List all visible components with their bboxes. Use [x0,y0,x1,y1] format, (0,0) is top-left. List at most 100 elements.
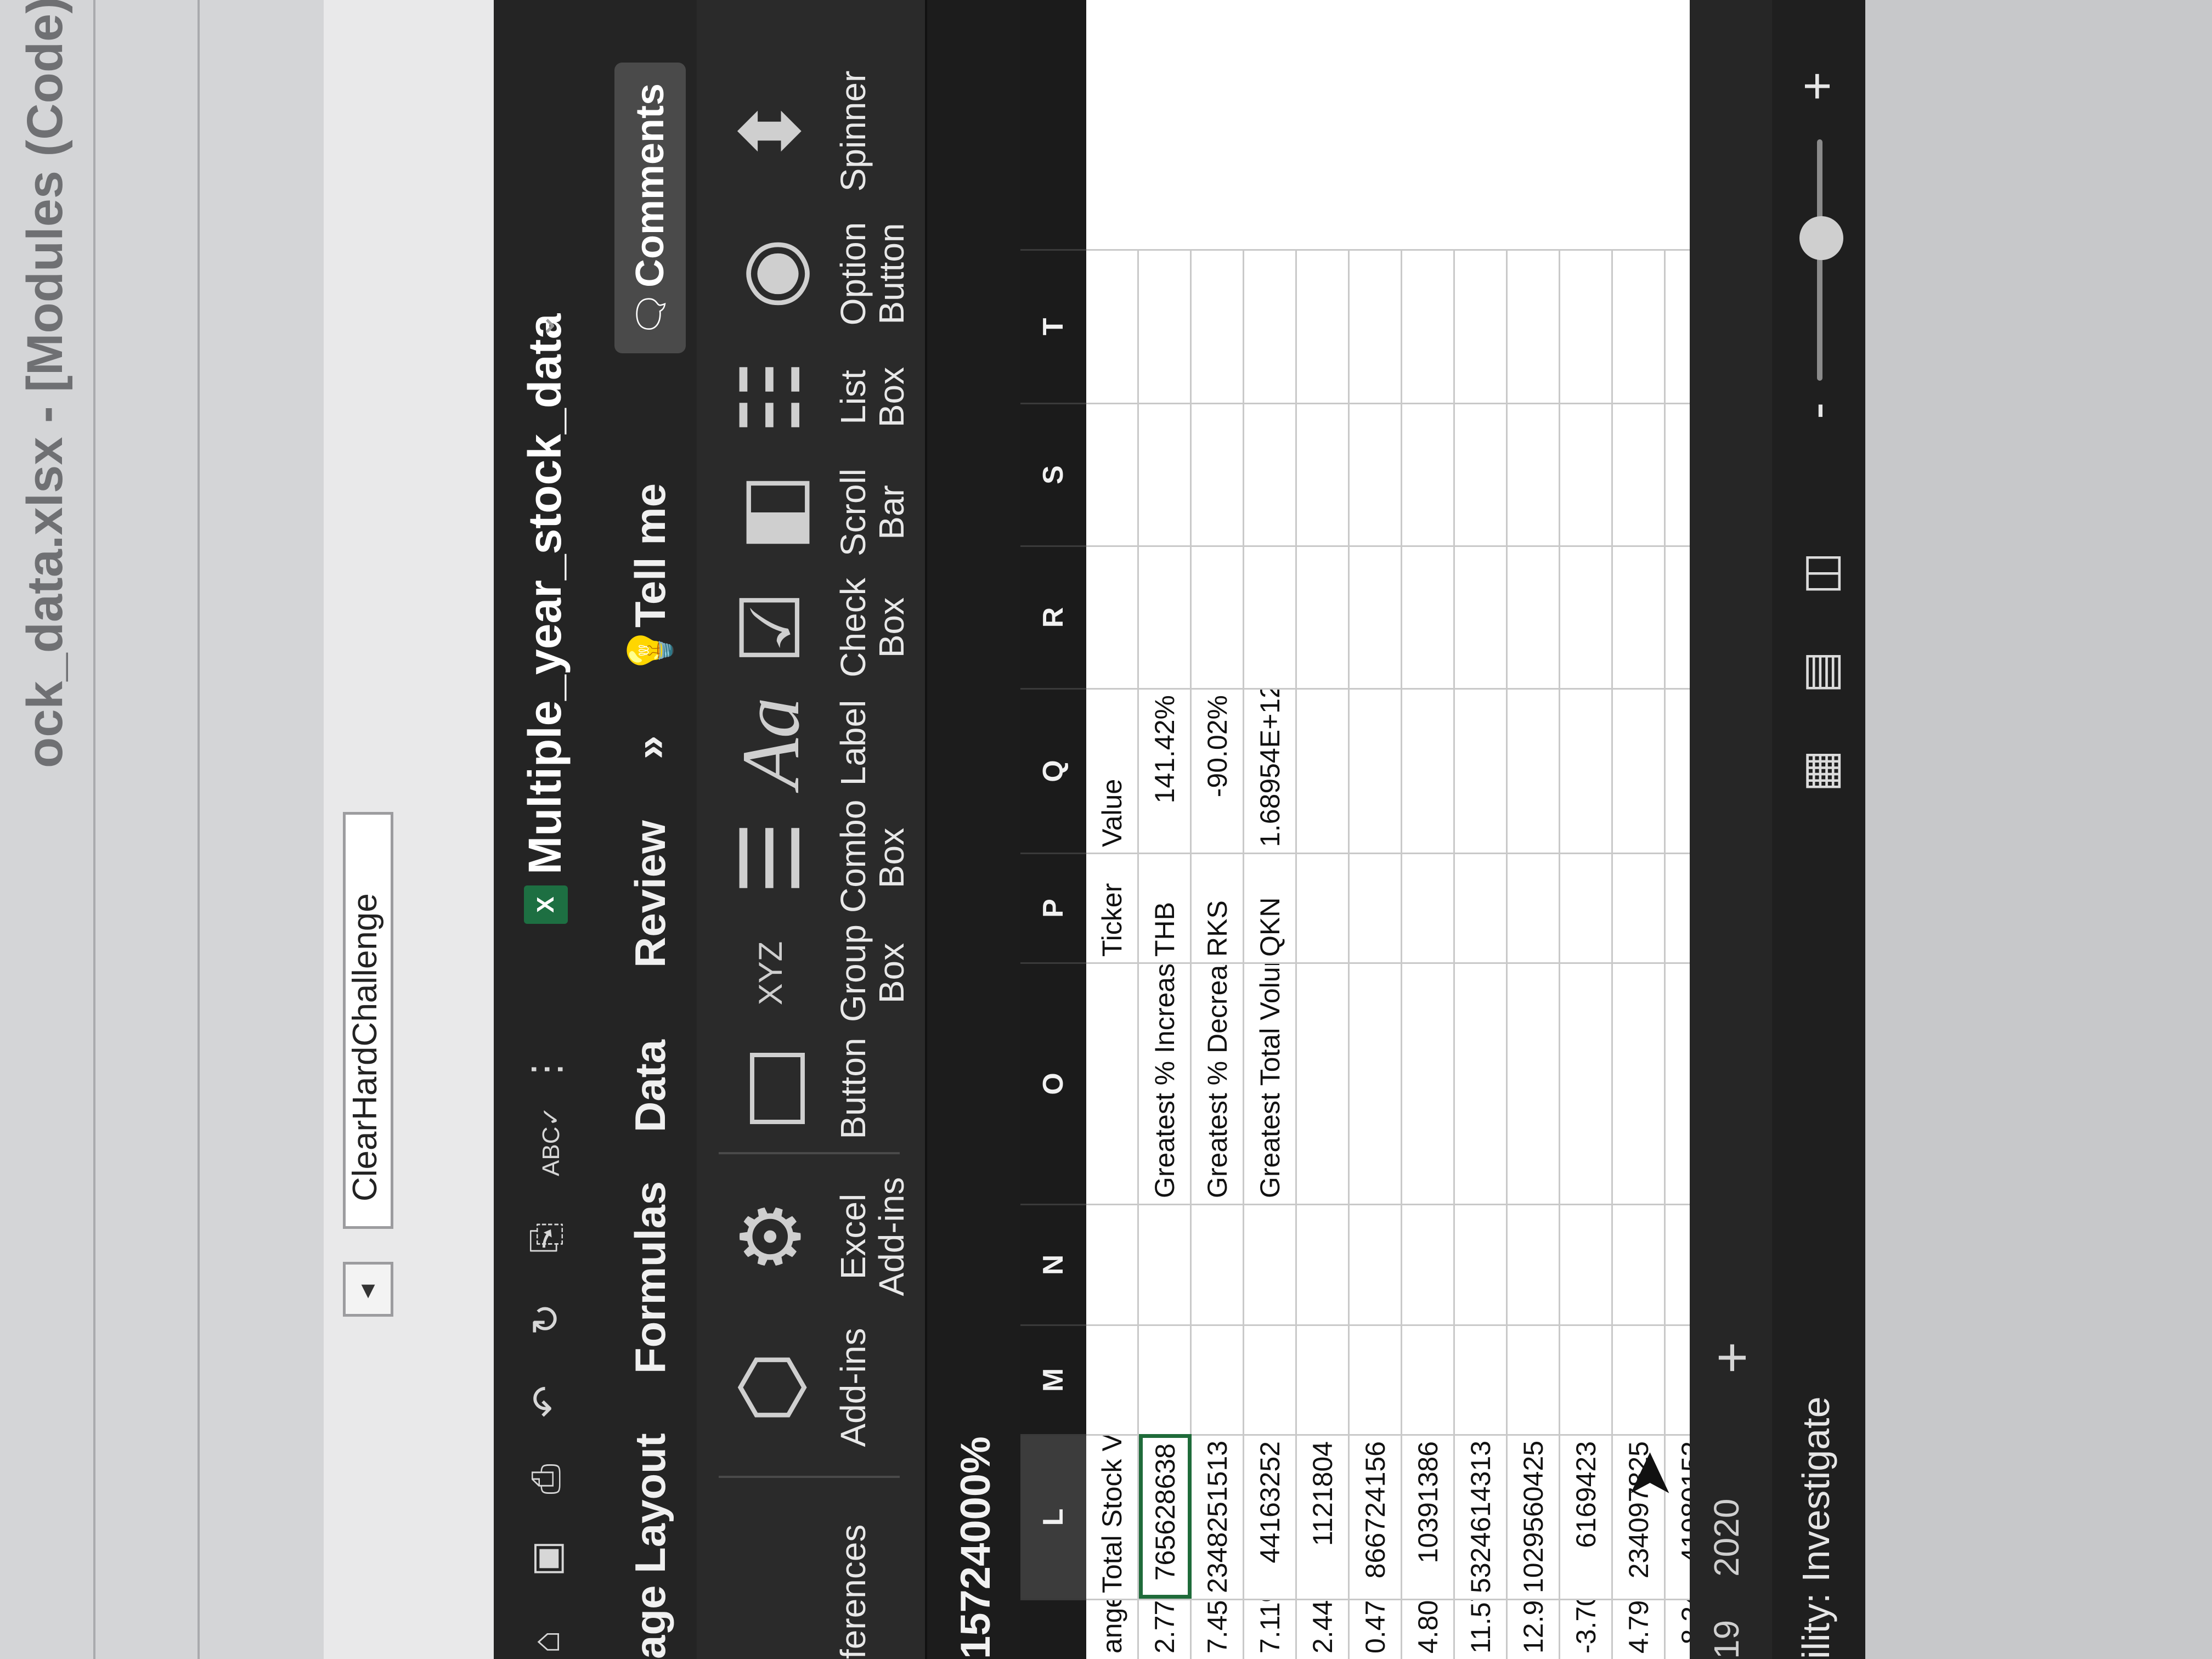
sheet-tab-2020[interactable]: 2020 [1706,1499,1747,1577]
grid-cell[interactable] [1192,403,1244,545]
grid-cell[interactable] [1455,688,1508,853]
grid-cell[interactable] [1086,1324,1139,1434]
grid-cell[interactable] [1086,249,1139,403]
grid-cell[interactable] [1455,545,1508,688]
grid-cell[interactable]: Total Stock Volume [1086,1434,1139,1599]
grid-cell[interactable] [1139,403,1192,545]
grid-cell[interactable] [1139,1204,1192,1324]
grid-cell[interactable] [1455,853,1508,962]
grid-cell[interactable] [1192,249,1244,403]
tab-page-layout[interactable]: age Layout [625,1433,675,1659]
chevron-down-icon[interactable]: ⌄ [524,312,562,340]
formula-value[interactable]: 15724000% [952,1436,1000,1659]
grid-cell[interactable]: 4.80% [1402,1599,1455,1659]
grid-cell[interactable] [1297,403,1350,545]
grid-cell[interactable] [1350,545,1402,688]
grid-cell[interactable] [1297,249,1350,403]
grid-cell[interactable]: 11.57% [1455,1599,1508,1659]
combo-box-control[interactable]: ☰ Combo Box [708,800,922,913]
grid-cell[interactable] [1613,545,1666,688]
grid-cell[interactable] [1508,1324,1560,1434]
grid-cell[interactable]: 7.11% [1244,1599,1297,1659]
grid-cell[interactable]: 0.47% [1350,1599,1402,1659]
grid-cell[interactable]: 44163252 [1244,1434,1297,1599]
grid-cell[interactable] [1613,1204,1666,1324]
list-box-control[interactable]: ☷ List Box [708,342,922,452]
grid-cell[interactable] [1350,1324,1402,1434]
comments-button[interactable]: 🗨 Comments [614,63,686,353]
tab-formulas[interactable]: Formulas [625,1181,675,1374]
grid-cell[interactable] [1560,688,1613,853]
grid-cell[interactable]: 765628638 [1139,1434,1192,1599]
grid-cell[interactable]: -3.70% [1560,1599,1613,1659]
grid-cell[interactable] [1613,688,1666,853]
grid-cell[interactable] [1508,403,1560,545]
grid-cell[interactable] [1402,1324,1455,1434]
grid-cell[interactable]: Greatest Total Volume [1244,962,1297,1204]
grid-cell[interactable] [1139,545,1192,688]
grid-cell[interactable] [1086,403,1139,545]
label-control[interactable]: Aa Label [708,688,922,798]
column-header[interactable]: N [1020,1204,1086,1324]
grid-cell[interactable]: 5324614313 [1455,1434,1508,1599]
undo-icon[interactable]: ↶ [524,1385,567,1418]
tabs-overflow-button[interactable]: » [625,736,675,759]
worksheet-grid[interactable]: LMNOPQRST ange Total Stock Volume Ticker Va… [1020,0,1865,1659]
grid-cell[interactable] [1613,853,1666,962]
grid-cell[interactable] [1244,545,1297,688]
grid-cell[interactable] [1350,962,1402,1204]
grid-cell[interactable] [1192,1324,1244,1434]
spinner-control[interactable]: ⬍ Spinner [708,57,922,205]
grid-cell[interactable]: QKN [1244,853,1297,962]
spelling-icon[interactable]: ABC✓ [532,1107,571,1176]
grid-cell[interactable] [1560,403,1613,545]
grid-cell[interactable]: 2.77% [1139,1599,1192,1659]
grid-cell[interactable] [1350,853,1402,962]
grid-cell[interactable] [1613,1324,1666,1434]
grid-cell[interactable] [1244,1324,1297,1434]
save-icon[interactable]: ▣ [524,1541,567,1577]
scroll-bar-control[interactable]: ◧ Scroll Bar [708,458,922,567]
document-title[interactable]: Multiple_year_stock_data [518,314,572,874]
grid-cell[interactable] [1244,1204,1297,1324]
grid-cell[interactable] [1086,545,1139,688]
grid-cell[interactable]: ange [1086,1599,1139,1659]
grid-cell[interactable] [1244,249,1297,403]
grid-cell[interactable]: 7.45% [1192,1599,1244,1659]
grid-cell[interactable]: Ticker [1086,853,1139,962]
grid-cell[interactable] [1350,403,1402,545]
grid-cell[interactable] [1455,403,1508,545]
grid-cell[interactable] [1508,545,1560,688]
grid-cell[interactable] [1244,403,1297,545]
grid-cell[interactable]: Value [1086,688,1139,853]
column-header[interactable]: P [1020,853,1086,962]
grid-cell[interactable]: 1.68954E+12 [1244,688,1297,853]
group-box-control[interactable]: XYZ Group Box [708,918,922,1028]
grid-cell[interactable] [1350,249,1402,403]
grid-cell[interactable] [1508,688,1560,853]
zoom-slider-thumb[interactable] [1799,216,1843,260]
grid-cell[interactable] [1086,962,1139,1204]
grid-cell[interactable] [1402,403,1455,545]
grid-cell[interactable] [1402,962,1455,1204]
grid-cell[interactable] [1455,249,1508,403]
grid-cell[interactable] [1402,1204,1455,1324]
grid-cell[interactable] [1402,853,1455,962]
accessibility-status[interactable]: ility: Investigate [1794,1396,1838,1659]
grid-cell[interactable] [1297,1204,1350,1324]
grid-cell[interactable] [1613,249,1666,403]
grid-cell[interactable] [1560,249,1613,403]
grid-cell[interactable] [1402,545,1455,688]
grid-cell[interactable] [1560,962,1613,1204]
more-icon[interactable]: ⋮ [524,1050,567,1088]
grid-cell[interactable] [1455,1204,1508,1324]
print-icon[interactable]: ⎘ [524,1222,567,1253]
grid-cell[interactable]: 1029560425 [1508,1434,1560,1599]
column-header[interactable] [1020,1599,1086,1659]
grid-cell[interactable]: 866724156 [1350,1434,1402,1599]
grid-cell[interactable]: Greatest % Increase [1139,962,1192,1204]
grid-cell[interactable]: RKS [1192,853,1244,962]
add-sheet-button[interactable]: + [1701,1342,1764,1374]
grid-cell[interactable] [1350,1204,1402,1324]
redo-icon[interactable]: ↻ [524,1303,567,1335]
